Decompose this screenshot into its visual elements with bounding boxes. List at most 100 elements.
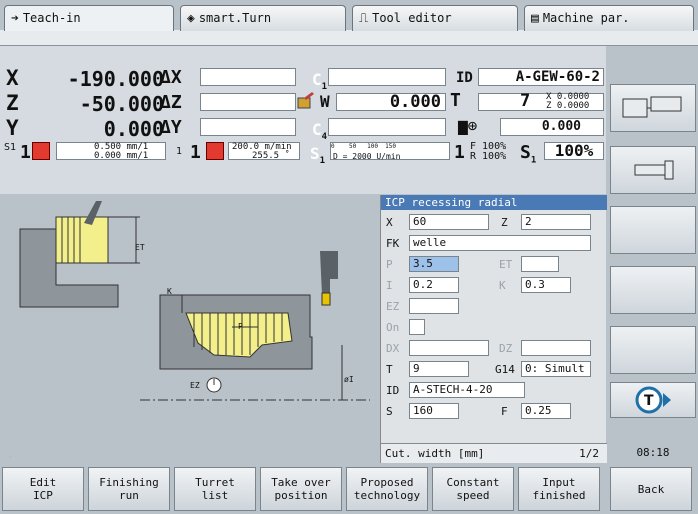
spindle-channel: 1: [176, 146, 183, 157]
delta-y-field[interactable]: [200, 118, 296, 136]
t-circle-icon: T: [635, 386, 671, 414]
arrow-right-icon: ➔: [11, 11, 19, 26]
delta-x-label: ΔX: [160, 67, 182, 88]
row-id: ID A-STECH-4-20: [383, 380, 605, 401]
k-input[interactable]: 0.3: [521, 277, 571, 293]
c1-label: C1: [312, 70, 328, 93]
fk-input[interactable]: welle: [409, 235, 591, 251]
rpm-line: D = 2000 U/min: [333, 152, 401, 161]
tool-view-button[interactable]: [610, 84, 696, 132]
cycle-dialog: ICP recessing radial X 60 Z 2 FK welle P…: [380, 195, 607, 463]
spindle-stop-icon: [32, 142, 50, 160]
spindle-override: 100%: [544, 142, 604, 160]
position-display: X -190.000 ΔX C1 ID A-GEW-60-2 Z -50.000…: [0, 46, 606, 194]
take-over-position-button[interactable]: Take over position: [260, 467, 342, 511]
clock: 08:18: [636, 446, 670, 459]
feed-line2: 0.000 mm/1: [94, 151, 149, 161]
s-input[interactable]: 160: [409, 403, 459, 419]
axis-x-value: -190.000: [67, 67, 164, 91]
tab-strip: [0, 30, 698, 46]
axis-z-value: -50.000: [79, 92, 164, 116]
vertical-softkey-4[interactable]: [610, 266, 696, 314]
s1-status: S1: [4, 142, 17, 153]
t-value: 7: [520, 91, 531, 111]
row-x-z: X 60 Z 2: [383, 212, 605, 233]
tab-smart-turn[interactable]: ◈ smart.Turn: [180, 5, 346, 31]
vertical-softkey-5[interactable]: [610, 326, 696, 374]
i-input[interactable]: 0.2: [409, 277, 459, 293]
c1-field[interactable]: [328, 68, 446, 86]
finishing-run-button[interactable]: Finishing run: [88, 467, 170, 511]
input-finished-button[interactable]: Input finished: [518, 467, 600, 511]
machine-icon: ▤: [531, 11, 539, 26]
row-p-et: P 3.5 ET: [383, 254, 605, 275]
softkey-bar: Edit ICP Finishing run Turret list Take …: [0, 464, 698, 514]
row-i-k: I 0.2 K 0.3: [383, 275, 605, 296]
tab-machine-par[interactable]: ▤ Machine par.: [524, 5, 694, 31]
load-scale: 0 50 100 150: [331, 143, 397, 150]
et-input[interactable]: [521, 256, 559, 272]
workpiece-icon: [296, 90, 316, 110]
spindle-icon: [634, 160, 674, 180]
id-field[interactable]: A-GEW-60-2: [478, 68, 604, 86]
on-checkbox[interactable]: [409, 319, 425, 335]
p-input[interactable]: 3.5: [409, 256, 459, 272]
ez-input[interactable]: [409, 298, 459, 314]
edit-icp-button[interactable]: Edit ICP: [2, 467, 84, 511]
spindle-state-icon: [206, 142, 224, 160]
tab-tool-editor[interactable]: ⎍ Tool editor: [352, 5, 518, 31]
back-button[interactable]: Back: [610, 467, 692, 511]
vertical-softkey-3[interactable]: [610, 206, 696, 254]
delta-x-field[interactable]: [200, 68, 296, 86]
id-input[interactable]: A-STECH-4-20: [409, 382, 525, 398]
dz-input[interactable]: [521, 340, 591, 356]
field-hint: Cut. width [mm]: [385, 447, 485, 460]
channel-number: 1: [20, 142, 31, 163]
ez-dimension-label: EZ: [190, 381, 200, 390]
vertical-softkeys: T 08:18: [607, 46, 698, 464]
contour-graphic: . ET K P EZ øI: [0, 195, 380, 463]
proposed-technology-button[interactable]: Proposed technology: [346, 467, 428, 511]
row-on: On: [383, 317, 605, 338]
row-dx-dz: DX DZ: [383, 338, 605, 359]
tab-teach-in[interactable]: ➔ Teach-in: [4, 5, 174, 31]
spindle-field[interactable]: 0.000: [500, 118, 604, 136]
z-input[interactable]: 2: [521, 214, 591, 230]
rapid-override: R 100%: [470, 151, 507, 162]
t-input[interactable]: 9: [409, 361, 469, 377]
override-channel: 1: [454, 142, 465, 163]
page-indicator: 1/2: [579, 447, 599, 460]
svg-text:T: T: [644, 393, 654, 409]
delta-y-label: ΔY: [160, 117, 182, 138]
axis-y-value: 0.000: [103, 117, 164, 141]
w-label: W: [320, 92, 330, 111]
svg-text:.: .: [10, 453, 11, 458]
spindle-view-button[interactable]: [610, 146, 696, 194]
t-label: T: [450, 90, 461, 111]
turret-list-button[interactable]: Turret list: [174, 467, 256, 511]
feed-override: F 100%: [470, 141, 507, 152]
dialog-title: ICP recessing radial: [381, 195, 607, 210]
k-dimension-label: K: [167, 287, 172, 296]
constant-speed-button[interactable]: Constant speed: [432, 467, 514, 511]
s1-label: S1: [310, 144, 326, 167]
x-input[interactable]: 60: [409, 214, 489, 230]
row-ez: EZ: [383, 296, 605, 317]
p-dimension-label: P: [238, 322, 243, 331]
spindle-number: 1: [190, 142, 201, 163]
row-fk: FK welle: [383, 233, 605, 254]
tool-icon: ⎍: [359, 11, 369, 26]
delta-z-field[interactable]: [200, 93, 296, 111]
et-dimension-label: ET: [135, 243, 145, 252]
row-t-g14: T 9 G14 0: Simult: [383, 359, 605, 380]
w-field[interactable]: 0.000: [336, 93, 446, 111]
c4-label: C4: [312, 120, 328, 143]
g14-select[interactable]: 0: Simult: [521, 361, 591, 377]
tool-call-button[interactable]: T: [610, 382, 696, 418]
c4-field[interactable]: [328, 118, 446, 136]
f-input[interactable]: 0.25: [521, 403, 571, 419]
dx-input[interactable]: [409, 340, 489, 356]
speed-line2: 255.5 ˚: [252, 151, 290, 161]
spindle-icon: ▆⊕: [458, 116, 478, 135]
t-z-offset: Z 0.0000: [546, 101, 590, 111]
